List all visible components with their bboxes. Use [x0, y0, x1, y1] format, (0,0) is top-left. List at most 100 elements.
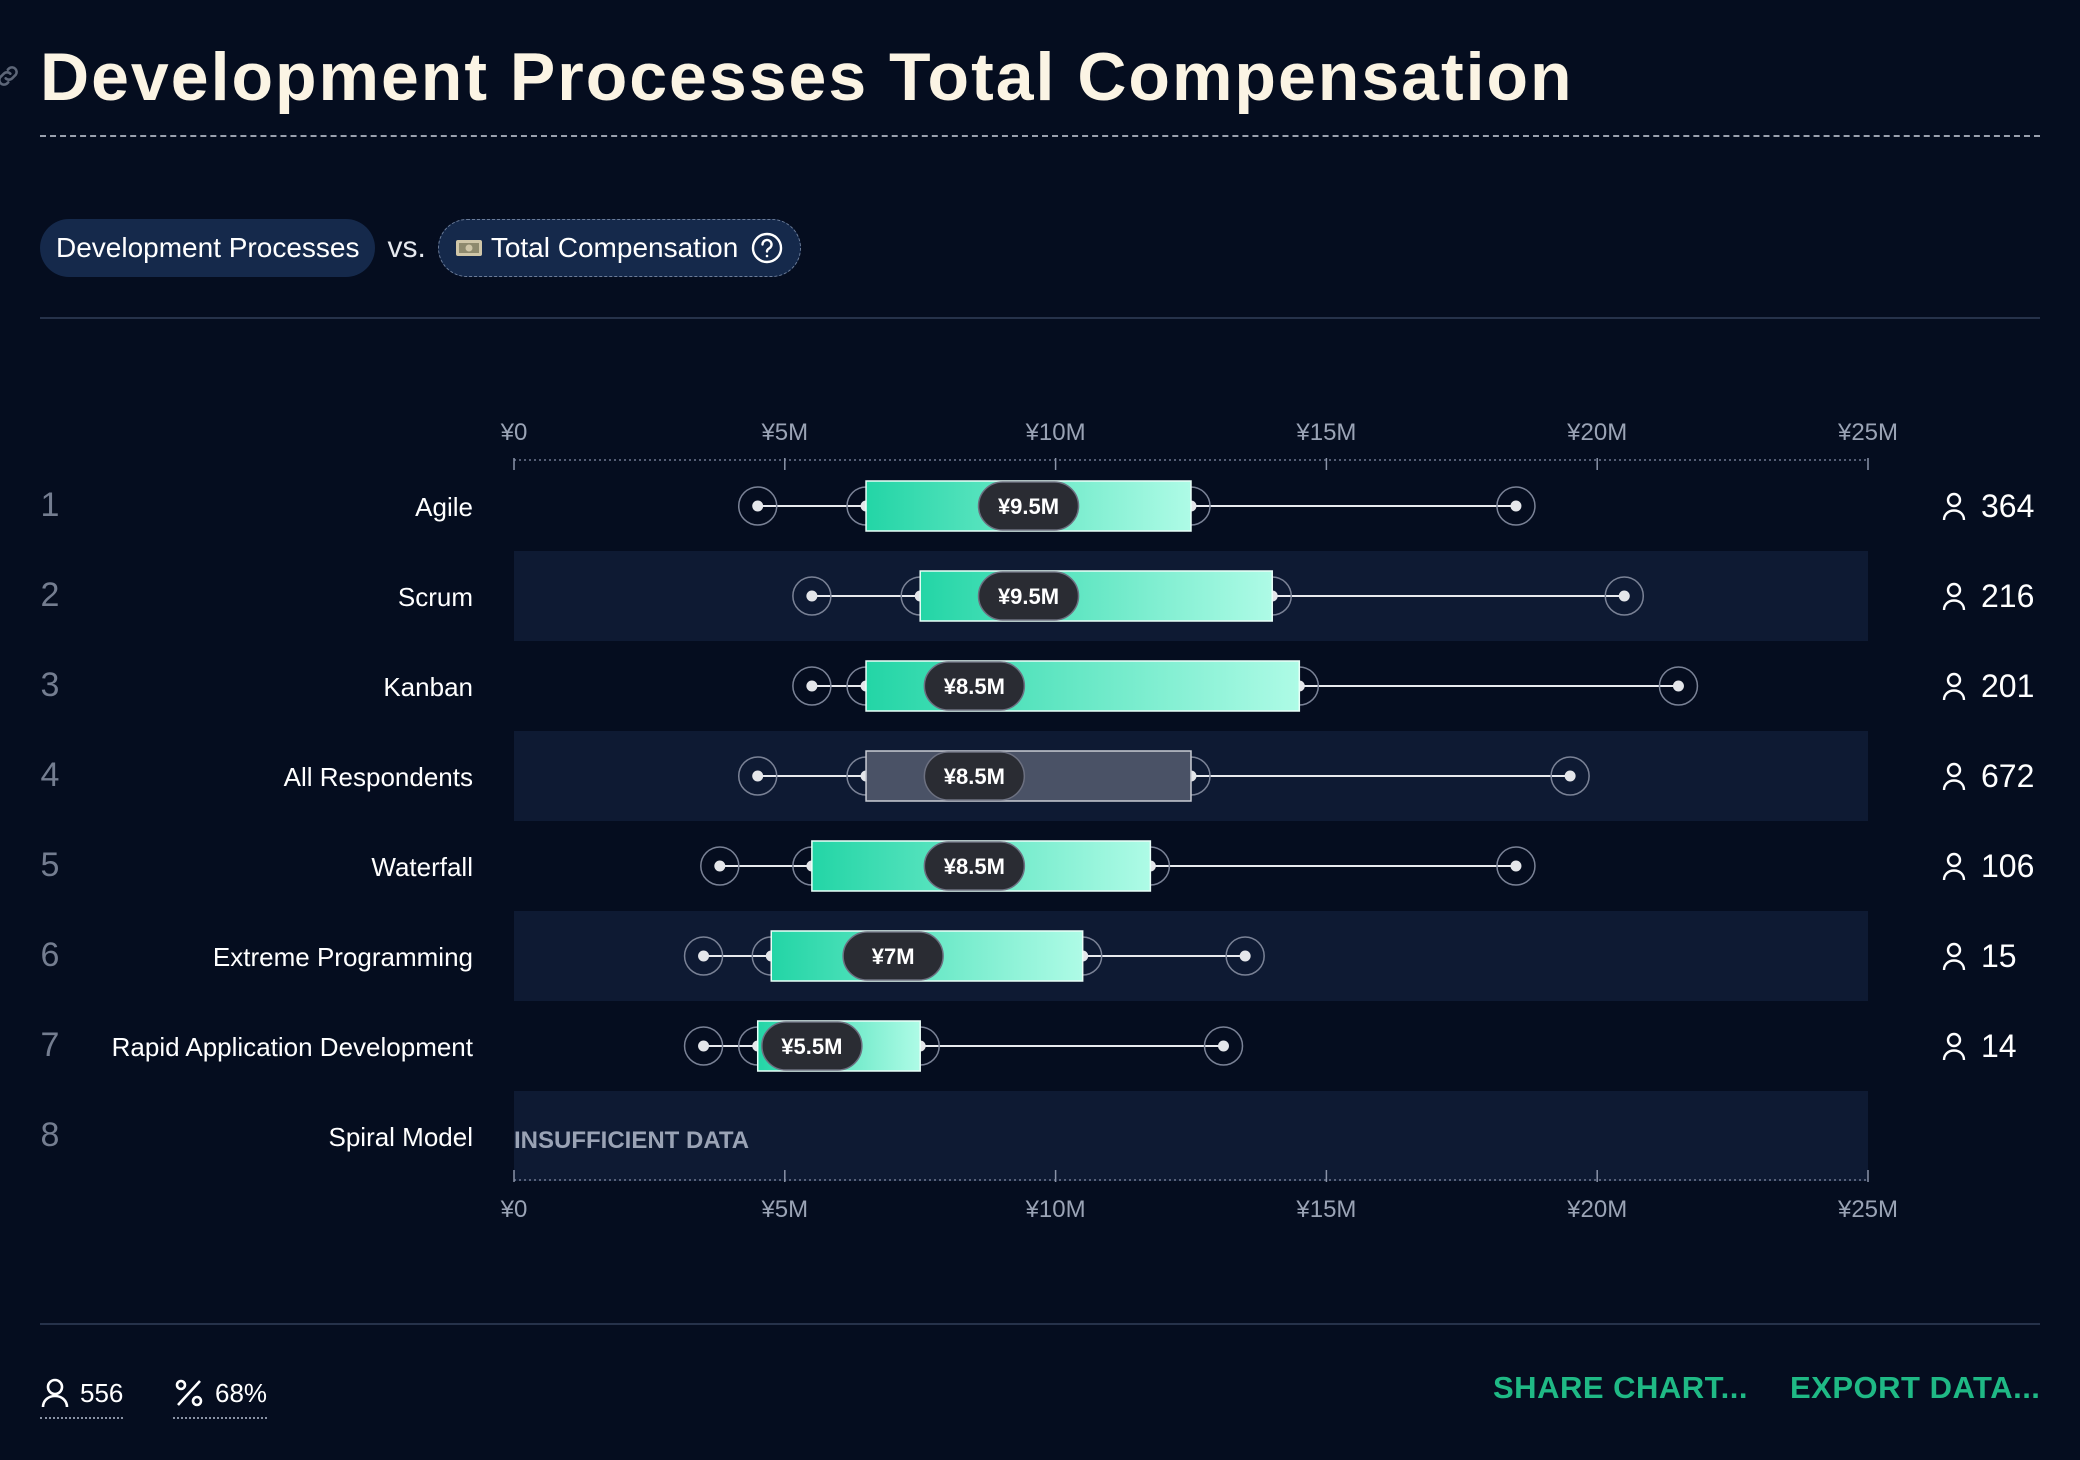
- person-icon-head: [1946, 582, 1962, 598]
- max-marker: [1510, 500, 1522, 512]
- bottom-axis-tick-label: ¥10M: [1025, 1196, 1086, 1223]
- bottom-axis-tick-label: ¥20M: [1566, 1196, 1627, 1223]
- person-icon: [1942, 672, 1966, 701]
- row-label: Extreme Programming: [213, 942, 473, 972]
- median-label: ¥8.5M: [944, 854, 1005, 879]
- median-label: ¥7M: [872, 944, 915, 969]
- share-chart-button[interactable]: SHARE CHART...: [1493, 1370, 1748, 1406]
- row-rank: 8: [41, 1116, 60, 1154]
- person-icon: [1942, 492, 1966, 521]
- row-label: Spiral Model: [328, 1122, 473, 1152]
- person-icon-body: [1942, 1049, 1966, 1061]
- person-icon-body: [1942, 689, 1966, 701]
- bottom-axis-tick-label: ¥5M: [760, 1196, 808, 1223]
- max-marker: [1217, 1040, 1229, 1052]
- person-icon-head: [1946, 492, 1962, 508]
- person-icon-body: [1942, 509, 1966, 521]
- help-icon[interactable]: [750, 231, 784, 265]
- percent-value: 68%: [215, 1377, 268, 1408]
- primary-filter-pill[interactable]: Development Processes: [40, 219, 376, 277]
- median-label: ¥5.5M: [781, 1034, 842, 1059]
- person-icon-body: [1942, 779, 1966, 791]
- row-rank: 5: [41, 846, 60, 884]
- percent-icon: [175, 1379, 203, 1407]
- person-icon-body: [1942, 959, 1966, 971]
- person-icon-head: [1946, 672, 1962, 688]
- person-icon: [1942, 582, 1966, 611]
- row-rank: 7: [41, 1026, 60, 1064]
- percent-stat[interactable]: 68%: [173, 1371, 268, 1419]
- person-icon-head: [1946, 942, 1962, 958]
- footer-divider: [40, 1323, 2040, 1325]
- min-marker: [698, 1040, 710, 1052]
- respondents-stat[interactable]: 556: [40, 1371, 124, 1419]
- row-count: 15: [1981, 938, 2017, 974]
- row-rank: 6: [41, 936, 60, 974]
- person-icon-body: [1942, 599, 1966, 611]
- row-label: Waterfall: [371, 852, 473, 882]
- filter-divider: [40, 317, 2040, 319]
- vs-label: vs.: [387, 231, 426, 264]
- max-marker: [1672, 680, 1684, 692]
- export-data-button[interactable]: EXPORT DATA...: [1790, 1370, 2040, 1406]
- row-label: Kanban: [383, 672, 473, 702]
- top-axis-tick-label: ¥0: [500, 419, 528, 446]
- metric-filter-pill[interactable]: Total Compensation: [437, 219, 802, 277]
- min-marker: [752, 770, 764, 782]
- bottom-axis-tick-label: ¥25M: [1837, 1196, 1898, 1223]
- iqr-box: [865, 750, 1192, 802]
- person-icon-body: [1942, 869, 1966, 881]
- min-marker: [714, 860, 726, 872]
- max-marker: [1510, 860, 1522, 872]
- row-label: Agile: [415, 492, 473, 522]
- box-plot-chart: ¥0 ¥5M ¥10M ¥15M ¥20M ¥25M ¥0 ¥5M ¥10M ¥15M ¥20M ¥2…: [41, 419, 2035, 1223]
- respondents-count: 556: [80, 1377, 124, 1408]
- person-icon-head: [1946, 852, 1962, 868]
- row-count: 201: [1981, 668, 2034, 704]
- person-icon: [1942, 1032, 1966, 1061]
- min-marker: [806, 680, 818, 692]
- row-rank: 4: [41, 756, 60, 794]
- row-rank: 2: [41, 576, 60, 614]
- money-icon: [455, 240, 482, 256]
- table-row: 5 Waterfall ¥8.5M 106: [41, 840, 2034, 892]
- top-axis-tick-label: ¥15M: [1295, 419, 1356, 446]
- row-count: 672: [1981, 758, 2034, 794]
- min-marker: [752, 500, 764, 512]
- min-marker: [806, 590, 818, 602]
- link-icon[interactable]: [0, 62, 22, 90]
- primary-filter-label: Development Processes: [56, 232, 360, 263]
- row-count: 14: [1981, 1028, 2017, 1064]
- median-label: ¥8.5M: [944, 674, 1005, 699]
- min-marker: [698, 950, 710, 962]
- iqr-box: [919, 570, 1273, 622]
- row-label: Rapid Application Development: [112, 1032, 474, 1062]
- top-axis-tick-label: ¥25M: [1837, 419, 1898, 446]
- page-title: Development Processes Total Compensation: [40, 39, 1574, 115]
- row-rank: 1: [41, 486, 60, 524]
- median-label: ¥9.5M: [998, 494, 1059, 519]
- person-icon: [1942, 942, 1966, 971]
- median-label: ¥9.5M: [998, 584, 1059, 609]
- row-label: All Respondents: [284, 762, 473, 792]
- person-icon-head: [1946, 1032, 1962, 1048]
- table-row: 1 Agile ¥9.5M 364: [41, 480, 2034, 532]
- table-row: 3 Kanban ¥8.5M 201: [41, 660, 2034, 712]
- person-icon: [1942, 762, 1966, 791]
- person-icon: [41, 1378, 69, 1408]
- median-label: ¥8.5M: [944, 764, 1005, 789]
- row-label: Scrum: [398, 582, 473, 612]
- row-count: 364: [1981, 488, 2034, 524]
- top-axis-tick-label: ¥10M: [1025, 419, 1086, 446]
- row-count: 106: [1981, 848, 2034, 884]
- row-count: 216: [1981, 578, 2034, 614]
- insufficient-data-label: INSUFFICIENT DATA: [514, 1127, 749, 1154]
- max-marker: [1564, 770, 1576, 782]
- bottom-axis-tick-label: ¥0: [500, 1196, 528, 1223]
- person-icon-head: [1946, 762, 1962, 778]
- filter-bar: Development Processes vs. Total Compensa…: [40, 219, 802, 277]
- person-icon: [1942, 852, 1966, 881]
- max-marker: [1239, 950, 1251, 962]
- top-axis-tick-label: ¥5M: [760, 419, 808, 446]
- title-divider: [40, 135, 2040, 137]
